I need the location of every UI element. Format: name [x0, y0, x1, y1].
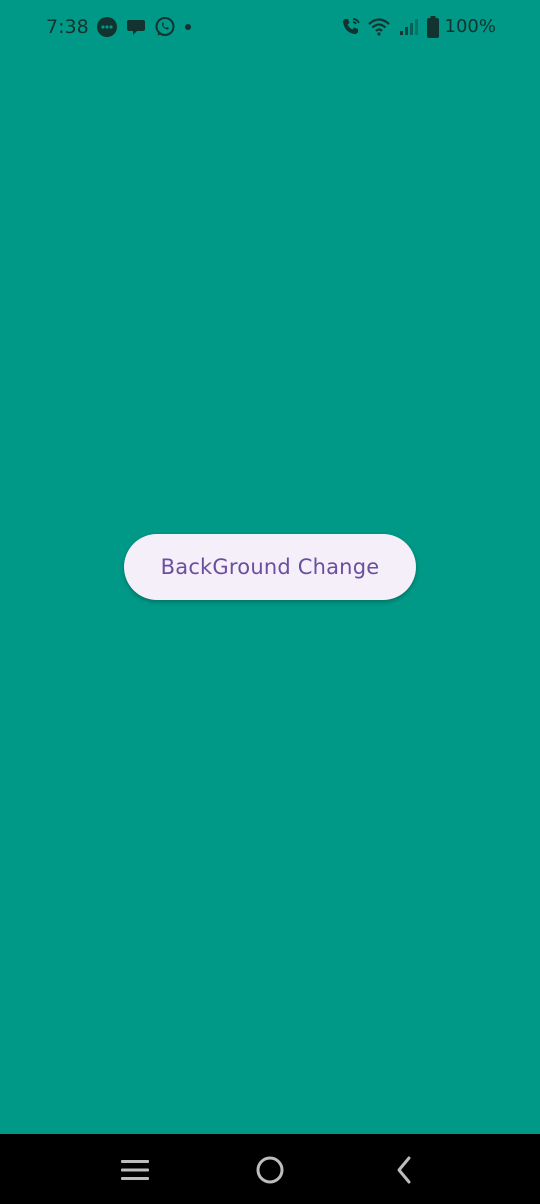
main-content: BackGround Change — [0, 56, 540, 1134]
battery-icon — [426, 16, 439, 38]
wifi-calling-icon — [341, 17, 361, 37]
wifi-icon — [367, 17, 391, 37]
app-screen: 7:38 100% BackGround Change — [0, 0, 540, 1204]
recents-icon[interactable] — [117, 1152, 153, 1188]
more-dot-icon — [184, 23, 192, 31]
navigation-bar — [0, 1134, 540, 1204]
messenger-icon — [96, 16, 118, 38]
status-bar: 7:38 100% — [0, 0, 540, 56]
home-icon[interactable] — [252, 1152, 288, 1188]
signal-icon — [397, 17, 421, 37]
battery-percentage: 100% — [444, 16, 496, 37]
chat-bubble-icon — [126, 17, 146, 37]
background-change-button[interactable]: BackGround Change — [124, 534, 416, 600]
notification-icons — [96, 15, 192, 39]
system-status-icons: 100% — [341, 14, 496, 40]
status-time: 7:38 — [46, 16, 89, 38]
back-icon[interactable] — [386, 1152, 422, 1188]
whatsapp-icon — [154, 16, 176, 38]
